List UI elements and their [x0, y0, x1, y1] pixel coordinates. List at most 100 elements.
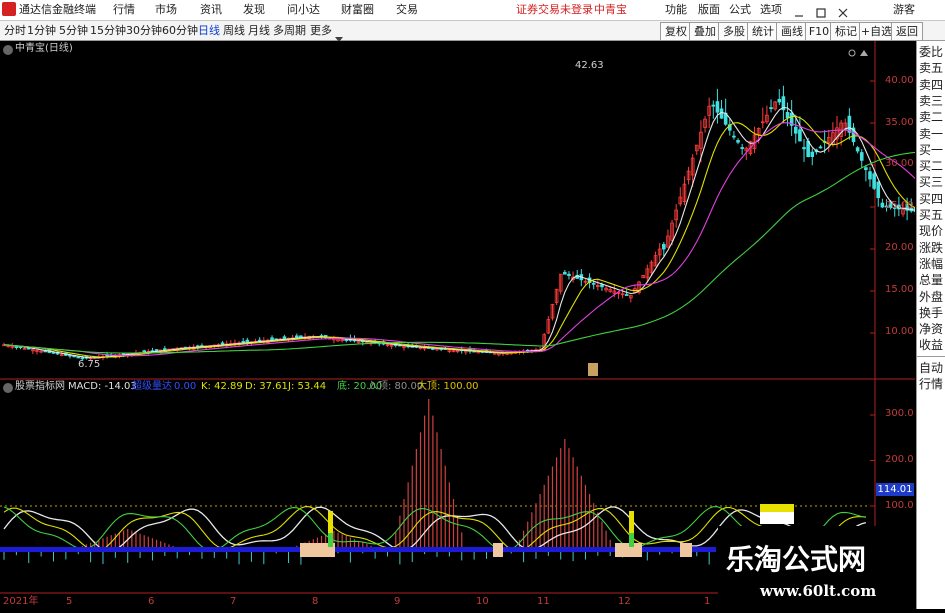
ma5-label: MA5: 23.83	[75, 43, 133, 54]
period-1min[interactable]: 1分钟	[27, 21, 56, 40]
candle-body	[14, 346, 19, 348]
period-daily[interactable]: 日线	[198, 21, 220, 40]
signal-marker	[760, 504, 794, 512]
signal-block	[680, 543, 692, 557]
ma20-line	[3, 122, 941, 357]
sidepanel-item[interactable]: 收益	[919, 338, 945, 352]
signal-block	[615, 543, 642, 557]
sidepanel-item[interactable]: 卖四	[919, 78, 945, 92]
sidepanel-item[interactable]: 买三	[919, 175, 945, 189]
app-title: 通达信金融终端	[19, 3, 96, 16]
restore-icon[interactable]	[815, 4, 827, 18]
candle-body	[880, 202, 885, 208]
x-tick: 8	[312, 596, 319, 607]
menu-item-function[interactable]: 功能	[665, 0, 687, 20]
settings-icon[interactable]	[848, 43, 870, 62]
candle-body	[806, 140, 810, 157]
candle-body	[872, 173, 876, 189]
x-tick: 10	[476, 596, 489, 607]
menu-item-options[interactable]: 选项	[760, 0, 782, 20]
menu-item-discover[interactable]: 发现	[243, 0, 265, 20]
sidepanel-item[interactable]: 买二	[919, 159, 945, 173]
period-toolbar: 分时 1分钟 5分钟 15分钟 30分钟 60分钟 日线 周线 月线 多周期 更…	[0, 21, 945, 42]
candle-body	[567, 273, 571, 276]
mark-button[interactable]: 标记	[830, 22, 862, 41]
sidepanel-item[interactable]: 买一	[919, 143, 945, 157]
candle-body	[711, 104, 716, 107]
adjust-button[interactable]: 复权	[660, 22, 692, 41]
add-watchlist-button[interactable]: +自选	[859, 22, 894, 41]
ma5-line	[3, 106, 941, 359]
login-notice[interactable]: 证券交易未登录	[516, 0, 593, 20]
back-button[interactable]: 返回	[891, 22, 923, 41]
guest-label[interactable]: 游客	[893, 0, 915, 20]
candle-body	[810, 151, 815, 157]
current-value-badge: 114.01	[876, 483, 914, 496]
period-more[interactable]: 更多	[310, 21, 332, 40]
candle-body	[591, 282, 596, 285]
menu-item-ask[interactable]: 问小达	[287, 0, 320, 20]
menu-item-wealth[interactable]: 财富圈	[341, 0, 374, 20]
menu-item-market[interactable]: 市场	[155, 0, 177, 20]
close-icon[interactable]	[837, 4, 849, 18]
period-timeshare[interactable]: 分时	[4, 21, 26, 40]
x-tick: 1	[704, 596, 711, 607]
sidepanel-item[interactable]: 委比	[919, 45, 945, 59]
y-tick: 35.00	[885, 117, 914, 128]
high-price-label: 42.63	[575, 60, 604, 71]
indicator-collapse-icon[interactable]	[3, 383, 13, 393]
sidepanel-item[interactable]: 总量	[919, 273, 945, 287]
menu-item-news[interactable]: 资讯	[200, 0, 222, 20]
y-tick: 15.00	[885, 284, 914, 295]
sidepanel-item[interactable]: 现价	[919, 224, 945, 238]
sidepanel-item[interactable]: 外盘	[919, 290, 945, 304]
candle-body	[662, 244, 666, 250]
sidepanel-item[interactable]: 换手	[919, 306, 945, 320]
sidepanel-item[interactable]: 涨跌	[919, 241, 945, 255]
multi-stock-button[interactable]: 多股	[718, 22, 750, 41]
sidepanel-item[interactable]: 买四	[919, 192, 945, 206]
candle-body	[282, 336, 287, 340]
candle-body	[715, 101, 720, 113]
menu-item-trade[interactable]: 交易	[396, 0, 418, 20]
sidepanel-item[interactable]: 行情	[919, 377, 945, 391]
period-5min[interactable]: 5分钟	[59, 21, 88, 40]
minimize-icon[interactable]	[793, 4, 805, 17]
ma60-line	[3, 151, 941, 354]
collapse-icon[interactable]	[3, 45, 13, 55]
period-60min[interactable]: 60分钟	[162, 21, 198, 40]
menu-item-layout[interactable]: 版面	[698, 0, 720, 20]
sidepanel-item[interactable]: 卖二	[919, 110, 945, 124]
sidepanel-item[interactable]: 自动	[919, 361, 945, 375]
draw-button[interactable]: 画线	[776, 22, 808, 41]
period-15min[interactable]: 15分钟	[90, 21, 126, 40]
period-weekly[interactable]: 周线	[223, 21, 245, 40]
period-monthly[interactable]: 月线	[248, 21, 270, 40]
candle-body	[847, 115, 852, 133]
sidepanel-item[interactable]: 净资	[919, 322, 945, 336]
indicator-title: 股票指标网	[15, 381, 65, 392]
candle-body	[163, 348, 167, 351]
menu-item-formula[interactable]: 公式	[729, 0, 751, 20]
sidepanel-item[interactable]: 卖五	[919, 61, 945, 75]
j-value: J: 53.44	[288, 381, 327, 392]
sidepanel-item[interactable]: 卖一	[919, 127, 945, 141]
sidepanel-item[interactable]: 涨幅	[919, 257, 945, 271]
period-multi[interactable]: 多周期	[273, 21, 306, 40]
y-tick: 30.00	[885, 158, 914, 169]
chart-canvas[interactable]	[0, 41, 942, 609]
overlay-button[interactable]: 叠加	[689, 22, 721, 41]
x-tick: 9	[394, 596, 401, 607]
candle-body	[876, 181, 881, 199]
sidepanel-item[interactable]: 买五	[919, 208, 945, 222]
statistics-button[interactable]: 统计	[747, 22, 779, 41]
f10-button[interactable]: F10	[805, 22, 833, 41]
menu-item-quotes[interactable]: 行情	[113, 0, 135, 20]
signal-block	[493, 543, 503, 557]
ind-y-tick: 300.0	[885, 408, 914, 419]
info-marker-icon[interactable]	[588, 363, 598, 376]
period-30min[interactable]: 30分钟	[126, 21, 162, 40]
ind-y-tick: 100.0	[885, 500, 914, 511]
chart-area[interactable]: 中青宝(日线) MA5: 23.83 MA10: 23.92 MA20: 24.…	[0, 41, 942, 609]
sidepanel-item[interactable]: 卖三	[919, 94, 945, 108]
